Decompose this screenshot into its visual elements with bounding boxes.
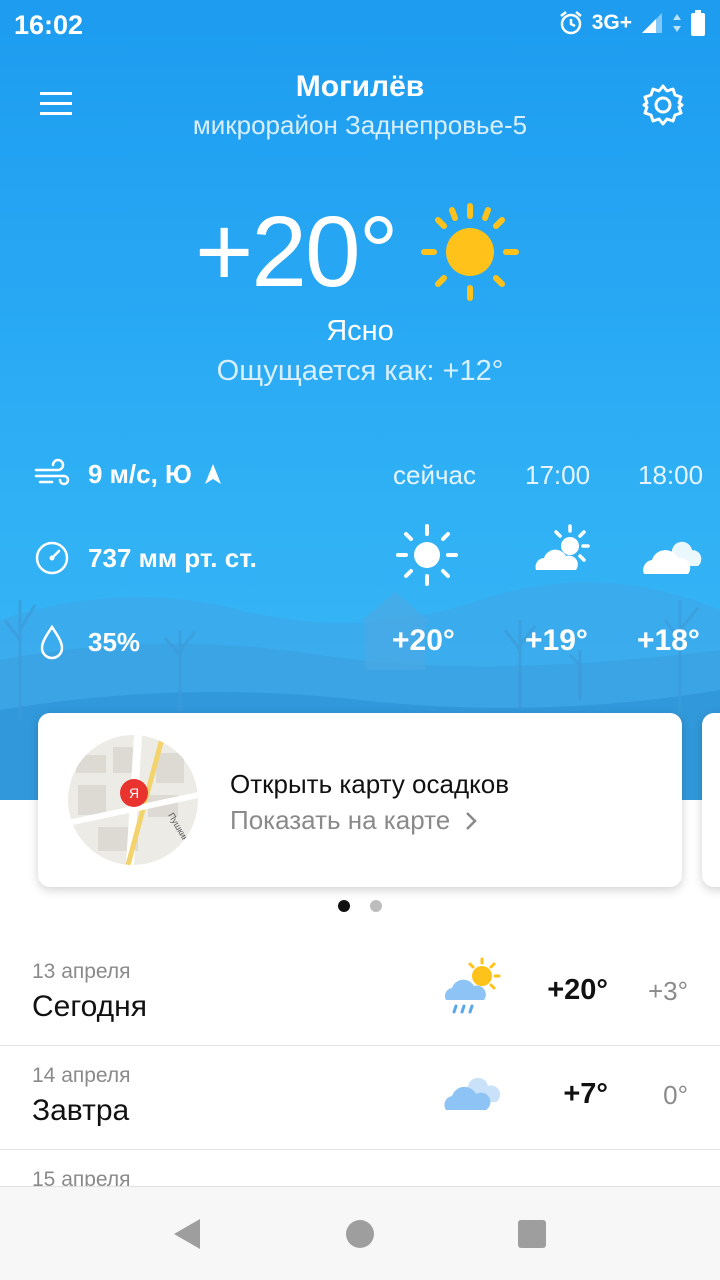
map-badge-label: Я bbox=[129, 785, 139, 801]
hour-temperature: +19° bbox=[525, 624, 588, 657]
forecast-row[interactable]: 14 апреля Завтра +7° 0° bbox=[0, 1046, 720, 1150]
humidity-value: 35% bbox=[88, 626, 141, 657]
forecast-day-name: Завтра bbox=[32, 1094, 130, 1127]
pressure-detail: 737 мм рт. ст. bbox=[34, 540, 257, 576]
chevron-right-icon bbox=[466, 811, 477, 830]
current-temperature: +20° bbox=[195, 196, 399, 308]
next-card-peek[interactable] bbox=[702, 713, 720, 887]
humidity-icon bbox=[40, 624, 64, 660]
network-type: 3G+ bbox=[591, 11, 632, 34]
wind-direction-icon bbox=[204, 464, 221, 484]
wind-detail: 9 м/с, Ю bbox=[34, 456, 224, 492]
forecast-high: +7° bbox=[563, 1078, 608, 1110]
map-card-title: Открыть карту осадков bbox=[230, 769, 510, 799]
carousel-dot[interactable] bbox=[370, 900, 382, 912]
forecast-low: +3° bbox=[647, 976, 688, 1006]
cloud-icon bbox=[643, 541, 702, 574]
cloud-sun-rain-icon bbox=[444, 957, 501, 1014]
status-time: 16:02 bbox=[14, 10, 84, 40]
pressure-value: 737 мм рт. ст. bbox=[88, 542, 257, 573]
data-arrows-icon bbox=[673, 14, 681, 32]
cloud-sun-icon bbox=[535, 524, 590, 570]
alarm-icon bbox=[559, 11, 582, 35]
district-name[interactable]: микрорайон Заднепровье-5 bbox=[0, 110, 720, 141]
recent-apps-icon[interactable] bbox=[518, 1220, 546, 1248]
back-icon[interactable] bbox=[172, 1217, 202, 1251]
home-icon[interactable] bbox=[346, 1220, 374, 1248]
hour-label: 17:00 bbox=[525, 460, 591, 490]
pressure-icon bbox=[35, 541, 69, 575]
status-bar: 16:02 3G+ bbox=[0, 0, 720, 52]
humidity-detail: 35% bbox=[34, 624, 140, 660]
signal-icon bbox=[642, 13, 662, 33]
forecast-low: 0° bbox=[663, 1080, 688, 1110]
hour-temperature: +18° bbox=[637, 624, 700, 657]
precipitation-map-card[interactable]: Пушкинский Я Открыть карту осадков Показ… bbox=[38, 713, 682, 887]
battery-icon bbox=[691, 10, 705, 36]
forecast-date: 14 апреля bbox=[32, 1064, 131, 1087]
sun-icon bbox=[396, 524, 458, 586]
carousel-dot-active[interactable] bbox=[338, 900, 350, 912]
forecast-high: +20° bbox=[547, 974, 608, 1006]
cloud-icon bbox=[444, 1077, 501, 1110]
carousel-indicator bbox=[338, 900, 382, 912]
forecast-date: 13 апреля bbox=[32, 960, 131, 983]
hour-label: сейчас bbox=[393, 460, 476, 490]
system-navigation-bar bbox=[0, 1186, 720, 1280]
sun-icon bbox=[421, 203, 519, 301]
city-name[interactable]: Могилёв bbox=[0, 70, 720, 104]
wind-icon bbox=[34, 458, 70, 486]
show-on-map-link[interactable]: Показать на карте bbox=[230, 805, 478, 836]
show-on-map-label: Показать на карте bbox=[230, 805, 451, 835]
wind-value: 9 м/с, Ю bbox=[88, 458, 192, 489]
current-condition: Ясно bbox=[326, 315, 394, 347]
hour-label: 18:00 bbox=[638, 460, 704, 490]
feels-like: Ощущается как: +12° bbox=[216, 355, 504, 387]
hour-temperature: +20° bbox=[392, 624, 455, 657]
forecast-row[interactable]: 13 апреля Сегодня +20° +3° bbox=[0, 942, 720, 1046]
map-thumbnail[interactable]: Пушкинский Я bbox=[68, 735, 198, 865]
forecast-day-name: Сегодня bbox=[32, 990, 147, 1023]
